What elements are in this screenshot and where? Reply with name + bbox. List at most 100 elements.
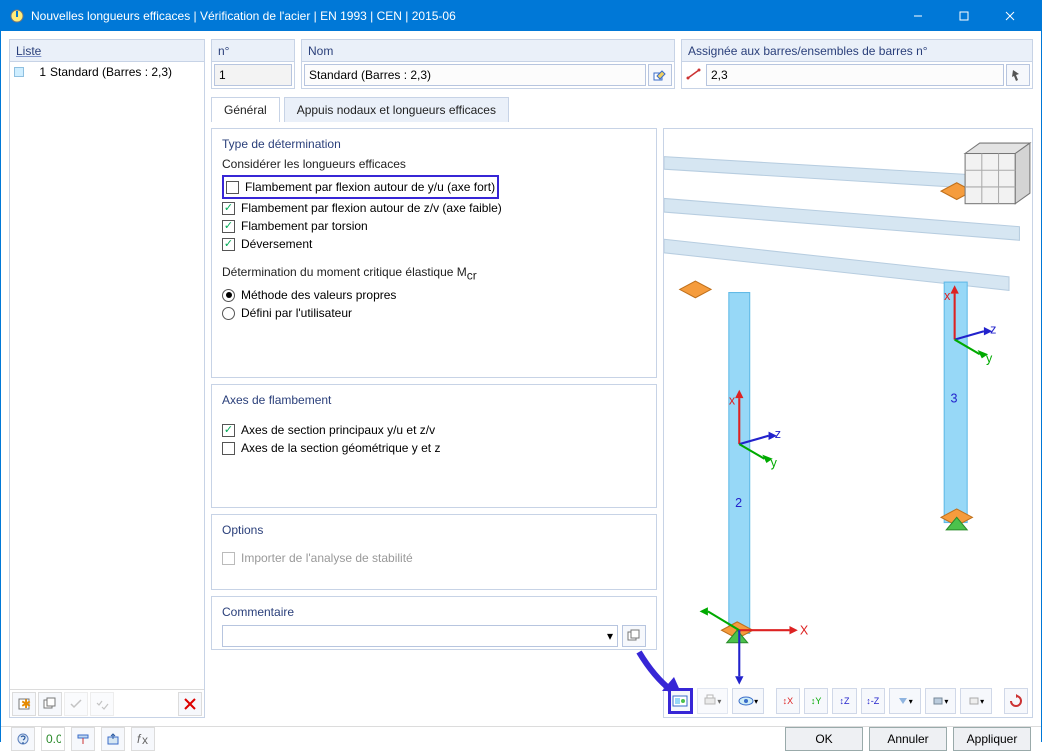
checkbox-icon <box>222 552 235 565</box>
preview-toolbar: ▾ ▾ ↕X ↕Y ↕Z ↕-Z ▾ ▾ ▾ <box>666 687 1030 715</box>
comment-list-button[interactable] <box>622 625 646 647</box>
chk-flex-z-label: Flambement par flexion autour de z/v (ax… <box>241 201 502 215</box>
app-icon <box>9 8 25 24</box>
tool-fx-button[interactable]: fx <box>131 727 155 751</box>
preview-tool3-dropdown[interactable]: ▾ <box>960 688 992 714</box>
svg-text:x: x <box>729 393 736 407</box>
group-axes: Axes de flambement ✓ Axes de section pri… <box>211 384 657 508</box>
preview-axis-y-button[interactable]: ↕Y <box>804 688 828 714</box>
tool-multi-button[interactable] <box>90 692 114 716</box>
svg-text:y: y <box>771 456 778 470</box>
comment-combo[interactable]: ▾ <box>222 625 618 647</box>
preview-refresh-button[interactable] <box>1004 688 1028 714</box>
tool-beam-button[interactable] <box>71 727 95 751</box>
chk-flex-y[interactable]: Flambement par flexion autour de y/u (ax… <box>226 178 495 196</box>
left-panel-header: Liste <box>10 40 204 62</box>
chk-deversement-label: Déversement <box>241 237 312 251</box>
tabs: Général Appuis nodaux et longueurs effic… <box>211 97 1033 122</box>
apply-button[interactable]: Appliquer <box>953 727 1031 751</box>
list-body: 1 Standard (Barres : 2,3) <box>10 62 204 689</box>
checkbox-icon: ✓ <box>222 424 235 437</box>
preview-print-dropdown[interactable]: ▾ <box>697 688 729 714</box>
close-button[interactable] <box>987 1 1033 31</box>
copy-item-button[interactable] <box>38 692 62 716</box>
preview-axis-x-button[interactable]: ↕X <box>776 688 800 714</box>
list-item[interactable]: 1 Standard (Barres : 2,3) <box>12 64 202 80</box>
tab-supports[interactable]: Appuis nodaux et longueurs efficaces <box>284 97 509 122</box>
svg-text:3: 3 <box>950 391 957 405</box>
svg-text:x: x <box>142 733 148 746</box>
list-item-label: Standard (Barres : 2,3) <box>50 65 200 79</box>
tool-export-button[interactable] <box>101 727 125 751</box>
group-type-title: Type de détermination <box>222 137 646 151</box>
list-item-index: 1 <box>28 65 50 79</box>
checkbox-icon <box>222 442 235 455</box>
preview-eye-dropdown[interactable]: ▾ <box>732 688 764 714</box>
chk-geometric-label: Axes de la section géométrique y et z <box>241 441 440 455</box>
field-assigned-label: Assignée aux barres/ensembles de barres … <box>682 40 1032 62</box>
chk-principal-label: Axes de section principaux y/u et z/v <box>241 423 435 437</box>
svg-text:z: z <box>990 322 996 336</box>
tab-general[interactable]: Général <box>211 97 280 122</box>
radio-user-label: Défini par l'utilisateur <box>241 306 352 320</box>
preview-tool1-dropdown[interactable]: ▾ <box>889 688 921 714</box>
chk-import-label: Importer de l'analyse de stabilité <box>241 551 413 565</box>
edit-name-button[interactable] <box>648 64 672 86</box>
new-item-button[interactable]: ✱ <box>12 692 36 716</box>
name-input[interactable] <box>304 64 646 86</box>
preview-svg: xzy xzy X Z <box>664 129 1032 717</box>
tool-check-button[interactable] <box>64 692 88 716</box>
radio-icon <box>222 289 235 302</box>
radio-eigen[interactable]: Méthode des valeurs propres <box>222 286 646 304</box>
checkbox-icon: ✓ <box>222 238 235 251</box>
group-type: Type de détermination Considérer les lon… <box>211 128 657 378</box>
chk-flex-z[interactable]: ✓ Flambement par flexion autour de z/v (… <box>222 199 646 217</box>
group-comment: Commentaire ▾ <box>211 596 657 650</box>
chk-axes-geometric[interactable]: Axes de la section géométrique y et z <box>222 439 646 457</box>
preview-tool2-dropdown[interactable]: ▾ <box>925 688 957 714</box>
assigned-input[interactable] <box>706 64 1004 86</box>
group-comment-title: Commentaire <box>222 605 646 619</box>
minimize-button[interactable] <box>895 1 941 31</box>
svg-text:✱: ✱ <box>21 697 31 711</box>
preview-axis-negz-button[interactable]: ↕-Z <box>861 688 885 714</box>
chk-import-stability: Importer de l'analyse de stabilité <box>222 549 646 567</box>
field-number-label: n° <box>212 40 294 62</box>
field-assigned: Assignée aux barres/ensembles de barres … <box>681 39 1033 89</box>
preview-display-button[interactable] <box>668 688 693 714</box>
pick-members-button[interactable] <box>1006 64 1030 86</box>
delete-item-button[interactable] <box>178 692 202 716</box>
color-swatch-icon <box>14 67 24 77</box>
help-button[interactable] <box>11 727 35 751</box>
group-axes-title: Axes de flambement <box>222 393 646 407</box>
chk-deversement[interactable]: ✓ Déversement <box>222 235 646 253</box>
svg-text:0.00: 0.00 <box>46 732 61 746</box>
preview-3d[interactable]: xzy xzy X Z <box>663 128 1033 718</box>
ok-button[interactable]: OK <box>785 727 863 751</box>
preview-axis-z-button[interactable]: ↕Z <box>832 688 856 714</box>
titlebar: Nouvelles longueurs efficaces | Vérifica… <box>1 1 1041 31</box>
maximize-button[interactable] <box>941 1 987 31</box>
field-name-label: Nom <box>302 40 674 62</box>
chevron-down-icon: ▾ <box>607 629 613 643</box>
svg-text:y: y <box>986 352 993 366</box>
svg-text:X: X <box>800 623 809 637</box>
chk-torsion[interactable]: ✓ Flambement par torsion <box>222 217 646 235</box>
field-name: Nom <box>301 39 675 89</box>
units-button[interactable]: 0.00 <box>41 727 65 751</box>
chk-torsion-label: Flambement par torsion <box>241 219 368 233</box>
footer: 0.00 fx OK Annuler Appliquer <box>1 726 1041 751</box>
number-input[interactable] <box>214 64 292 86</box>
svg-text:2: 2 <box>735 496 742 510</box>
radio-user[interactable]: Défini par l'utilisateur <box>222 304 646 322</box>
group-options: Options Importer de l'analyse de stabili… <box>211 514 657 590</box>
checkbox-icon <box>226 181 239 194</box>
highlight-flex-y: Flambement par flexion autour de y/u (ax… <box>222 175 499 199</box>
radio-eigen-label: Méthode des valeurs propres <box>241 288 396 302</box>
window-title: Nouvelles longueurs efficaces | Vérifica… <box>31 9 895 23</box>
cancel-button[interactable]: Annuler <box>869 727 947 751</box>
chk-axes-principal[interactable]: ✓ Axes de section principaux y/u et z/v <box>222 421 646 439</box>
sub-mcr: Détermination du moment critique élastiq… <box>222 265 646 282</box>
radio-icon <box>222 307 235 320</box>
left-panel: Liste 1 Standard (Barres : 2,3) ✱ <box>9 39 205 718</box>
